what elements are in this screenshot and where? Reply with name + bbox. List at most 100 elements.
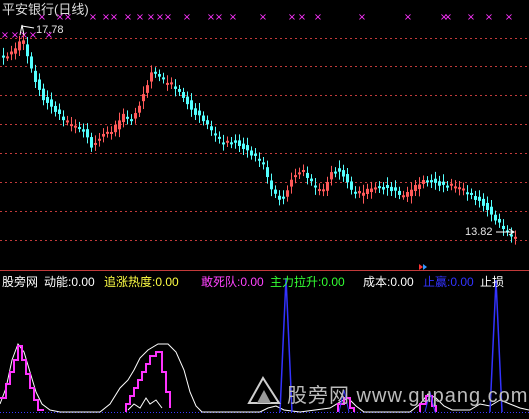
candle-body <box>370 188 373 193</box>
signal-marker: × <box>288 12 296 23</box>
candle-body <box>42 88 45 101</box>
candle-body <box>250 150 253 156</box>
low-price-label: 13.82 <box>465 226 493 238</box>
candle-body <box>138 105 141 113</box>
candle-body <box>322 189 325 192</box>
candle-body <box>366 188 369 194</box>
watermark-logo-icon <box>247 376 281 404</box>
candle-body <box>98 138 101 141</box>
candle-body <box>186 96 189 105</box>
candle-body <box>158 74 161 77</box>
candle-body <box>470 192 473 195</box>
signal-marker: × <box>110 12 118 23</box>
candle-body <box>14 48 17 54</box>
signal-marker: × <box>147 12 155 23</box>
candle-body <box>406 192 409 197</box>
chart-canvas: ××××××××××××××××××××××××××××××× <box>0 12 529 413</box>
candle-body <box>18 41 21 51</box>
candle-body <box>334 171 337 174</box>
candle-body <box>22 40 25 44</box>
signal-marker: × <box>183 12 191 23</box>
legend-zhisun: 止损 <box>480 275 505 289</box>
candle-body <box>198 110 201 116</box>
candle-body <box>94 142 97 145</box>
end-marker <box>419 264 423 270</box>
candle-body <box>230 142 233 145</box>
candle-body <box>70 124 73 127</box>
signal-marker: × <box>404 12 412 23</box>
signal-marker: × <box>259 12 267 23</box>
candle-body <box>394 187 397 191</box>
high-price-pointer <box>21 25 35 29</box>
candle-body <box>194 108 197 115</box>
candle-body <box>502 225 505 230</box>
candle-body <box>74 125 77 128</box>
candle-body <box>438 181 441 186</box>
candle-body <box>362 192 365 196</box>
candle-body <box>294 175 297 178</box>
candle-body <box>426 180 429 183</box>
candle-body <box>462 188 465 191</box>
signal-marker: × <box>215 12 223 23</box>
candle-body <box>422 180 425 184</box>
candle-body <box>354 191 357 194</box>
candle-body <box>350 181 353 190</box>
candle-body <box>298 172 301 175</box>
candle-body <box>446 185 449 188</box>
candle-body <box>214 133 217 136</box>
candle-body <box>490 206 493 215</box>
legend-zhuizhang-redu: 追涨热度:0.00 <box>104 275 179 289</box>
candle-body <box>210 126 213 131</box>
candle-body <box>450 183 453 186</box>
candle-body <box>190 100 193 110</box>
candle-body <box>262 162 265 165</box>
candle-body <box>178 89 181 92</box>
candle-body <box>174 86 177 89</box>
candle-body <box>234 140 237 143</box>
candle-body <box>442 181 445 185</box>
signal-marker: × <box>11 30 19 41</box>
candle-body <box>6 56 9 59</box>
candle-body <box>218 136 221 139</box>
candle-body <box>390 186 393 192</box>
candle-body <box>514 236 517 239</box>
candlestick-series <box>2 34 517 245</box>
legend-dongneng: 动能:0.00 <box>44 275 95 289</box>
candle-body <box>38 79 41 90</box>
candle-body <box>254 153 257 156</box>
candle-body <box>242 143 245 150</box>
candle-body <box>202 115 205 122</box>
signal-marker: × <box>136 12 144 23</box>
candle-body <box>418 184 421 190</box>
signal-marker: × <box>485 12 493 23</box>
candle-body <box>134 113 137 119</box>
watermark-text: 股旁网 www.gupang.com <box>287 385 529 407</box>
candle-body <box>398 190 401 195</box>
candle-body <box>466 192 469 195</box>
candle-body <box>302 169 305 172</box>
candle-body <box>266 167 269 178</box>
candle-body <box>430 180 433 183</box>
candle-body <box>314 185 317 188</box>
candle-body <box>410 189 413 197</box>
candle-body <box>106 131 109 134</box>
candle-body <box>382 186 385 190</box>
candle-body <box>66 120 69 123</box>
candle-body <box>310 178 313 182</box>
candle-body <box>154 71 157 74</box>
signal-marker: × <box>298 12 306 23</box>
candle-body <box>130 119 133 122</box>
candle-body <box>222 142 225 145</box>
candle-body <box>494 214 497 221</box>
candle-body <box>486 202 489 211</box>
candle-body <box>342 170 345 177</box>
signal-marker: × <box>124 12 132 23</box>
candle-body <box>246 145 249 151</box>
candle-body <box>282 196 285 199</box>
candle-body <box>374 187 377 190</box>
candle-body <box>90 137 93 148</box>
price-annotations <box>19 24 515 270</box>
candle-body <box>454 186 457 189</box>
candle-body <box>378 186 381 189</box>
candle-body <box>86 129 89 138</box>
